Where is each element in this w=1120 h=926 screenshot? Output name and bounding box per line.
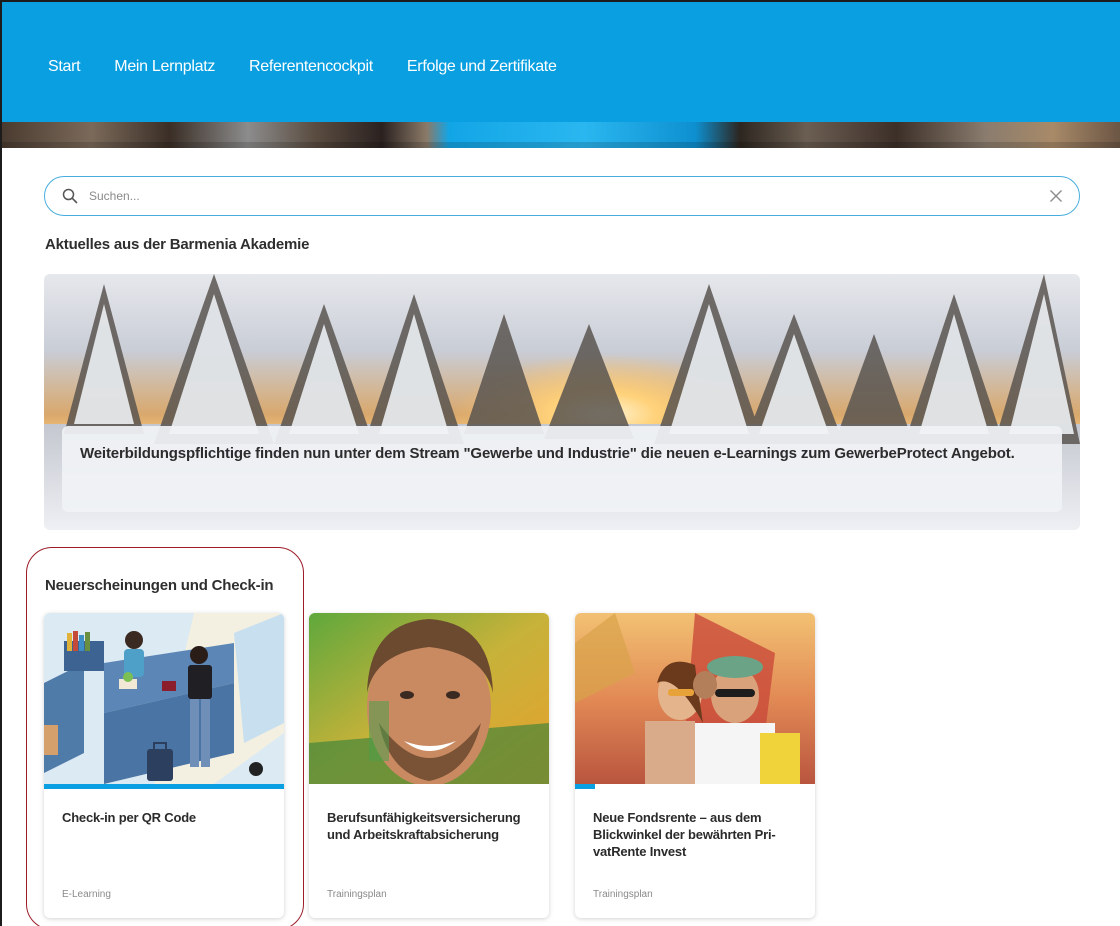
card-type: Trainingsplan xyxy=(593,889,653,900)
nav-item-start[interactable]: Start xyxy=(48,58,81,76)
top-navigation-bar: Start Mein Lernplatz Referentencockpit E… xyxy=(2,2,1120,122)
card-type: E-Learning xyxy=(62,889,111,900)
course-card-berufsunfaehigkeit[interactable]: Berufsunfähigkeitsversicherung und Arbei… xyxy=(309,613,549,918)
course-card-check-in[interactable]: Check-in per QR Code E-Learning xyxy=(44,613,284,918)
nav-item-mein-lernplatz[interactable]: Mein Lernplatz xyxy=(114,58,215,76)
card-title: Berufsunfähigkeitsversicherung und Arbei… xyxy=(327,810,521,842)
news-banner[interactable]: Weiterbildungspflichtige finden nun unte… xyxy=(44,274,1080,530)
card-title: Neue Fondsrente – aus dem Blickwinkel de… xyxy=(593,810,776,859)
search-bar[interactable] xyxy=(44,176,1080,216)
card-type: Trainingsplan xyxy=(327,889,387,900)
news-section-title: Aktuelles aus der Barmenia Akademie xyxy=(45,236,310,253)
clear-search-icon[interactable] xyxy=(1049,189,1063,203)
news-banner-caption: Weiterbildungspflichtige finden nun unte… xyxy=(62,426,1062,512)
nav-item-erfolge-und-zertifikate[interactable]: Erfolge und Zertifikate xyxy=(407,58,557,76)
card-progress-bar xyxy=(575,784,595,789)
releases-section-title: Neuerscheinungen und Check-in xyxy=(45,577,274,594)
search-icon xyxy=(62,188,78,204)
smiling-man-photo xyxy=(309,613,549,784)
course-card-fondsrente[interactable]: Neue Fondsrente – aus dem Blickwinkel de… xyxy=(575,613,815,918)
travelers-selfie-photo xyxy=(575,613,815,784)
card-title: Check-in per QR Code xyxy=(62,810,196,825)
nav-item-referentencockpit[interactable]: Referentencockpit xyxy=(249,58,373,76)
check-in-illustration xyxy=(44,613,284,784)
header-hero-image xyxy=(2,122,1120,148)
card-progress-bar xyxy=(44,784,284,789)
main-nav: Start Mein Lernplatz Referentencockpit E… xyxy=(48,58,591,76)
search-input[interactable] xyxy=(89,186,1029,206)
